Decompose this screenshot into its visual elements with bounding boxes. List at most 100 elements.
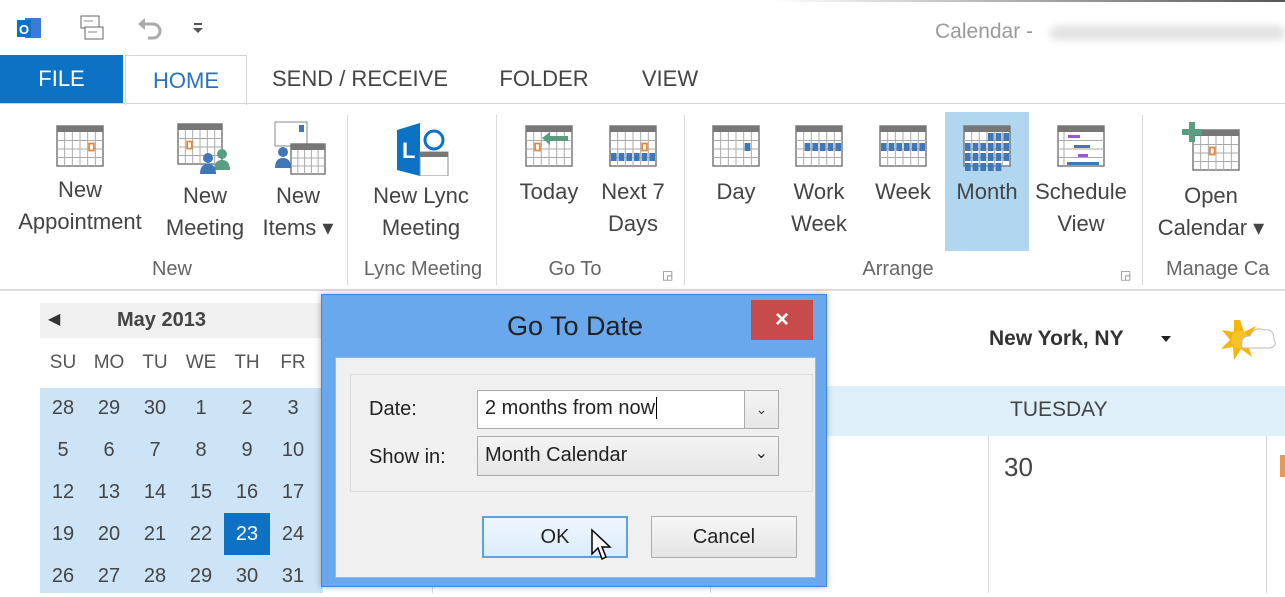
mini-calendar-day[interactable]: 16 bbox=[224, 471, 270, 513]
mini-calendar-day[interactable]: 31 bbox=[270, 555, 316, 597]
tab-view[interactable]: VIEW bbox=[630, 55, 710, 103]
mini-calendar-day[interactable]: 7 bbox=[132, 429, 178, 471]
date-dropdown-button[interactable]: ⌄ bbox=[744, 390, 779, 429]
work-week-icon bbox=[795, 125, 843, 167]
day-column-divider bbox=[432, 586, 433, 593]
mini-calendar-day[interactable]: 19 bbox=[40, 513, 86, 555]
tab-file[interactable]: FILE bbox=[0, 55, 123, 103]
today-icon bbox=[525, 125, 573, 167]
show-in-value: Month Calendar bbox=[485, 444, 628, 466]
mini-calendar-day[interactable]: 10 bbox=[270, 429, 316, 471]
new-meeting-button[interactable]: New Meeting bbox=[158, 112, 252, 244]
day-number[interactable]: 30 bbox=[1004, 452, 1033, 483]
mini-calendar-day[interactable]: 14 bbox=[132, 471, 178, 513]
label: Work bbox=[793, 179, 845, 204]
group-separator bbox=[684, 115, 685, 285]
mini-calendar-day[interactable]: 12 bbox=[40, 471, 86, 513]
label: New bbox=[275, 183, 320, 208]
open-calendar-button[interactable]: Open Calendar ▾ bbox=[1152, 112, 1270, 244]
today-button[interactable]: Today bbox=[510, 112, 588, 208]
new-items-icon bbox=[274, 121, 326, 175]
work-week-button[interactable]: Work Week bbox=[780, 112, 858, 240]
label: Today bbox=[519, 179, 579, 204]
day-column-divider bbox=[1266, 436, 1267, 593]
tab-folder[interactable]: FOLDER bbox=[488, 55, 600, 103]
lync-icon: L bbox=[397, 123, 449, 176]
mini-calendar-day[interactable]: 5 bbox=[40, 429, 86, 471]
label: Month bbox=[956, 179, 1018, 204]
show-in-label: Show in: bbox=[369, 446, 446, 468]
mini-calendar-day[interactable]: 13 bbox=[86, 471, 132, 513]
mini-calendar-day[interactable]: 9 bbox=[224, 429, 270, 471]
mini-calendar-day[interactable]: 29 bbox=[86, 387, 132, 429]
mini-calendar-day[interactable]: 2 bbox=[224, 387, 270, 429]
new-lync-meeting-button[interactable]: L New Lync Meeting bbox=[358, 112, 484, 244]
day-name: MO bbox=[93, 352, 125, 373]
month-view-button[interactable]: Month bbox=[945, 112, 1029, 251]
go-to-dialog-launcher-icon[interactable]: ◲ bbox=[662, 268, 673, 282]
day-name: TH bbox=[234, 352, 260, 373]
mini-calendar-day[interactable]: 20 bbox=[86, 513, 132, 555]
mini-calendar-day[interactable]: 23 bbox=[224, 513, 270, 555]
group-separator bbox=[1142, 115, 1143, 285]
label: Meeting bbox=[165, 215, 245, 240]
mini-calendar-day[interactable]: 27 bbox=[86, 555, 132, 597]
weather-location[interactable]: New York, NY bbox=[989, 327, 1124, 351]
mini-calendar-day[interactable]: 29 bbox=[178, 555, 224, 597]
svg-text:O: O bbox=[19, 22, 29, 37]
week-view-icon bbox=[879, 125, 927, 167]
mini-calendar-day[interactable]: 30 bbox=[132, 387, 178, 429]
label: Meeting bbox=[381, 215, 461, 240]
new-items-button[interactable]: New Items ▾ bbox=[258, 112, 338, 244]
label: New bbox=[182, 183, 227, 208]
close-button[interactable]: × bbox=[751, 300, 813, 340]
new-appointment-button[interactable]: New Appointment bbox=[6, 112, 154, 238]
mini-calendar-day[interactable]: 6 bbox=[86, 429, 132, 471]
label: Schedule bbox=[1035, 179, 1127, 204]
arrange-dialog-launcher-icon[interactable]: ◲ bbox=[1120, 268, 1131, 282]
location-dropdown-arrow-icon[interactable] bbox=[1161, 336, 1171, 342]
day-view-button[interactable]: Day bbox=[698, 112, 774, 208]
mini-calendar-day[interactable]: 30 bbox=[224, 555, 270, 597]
mini-calendar-day[interactable]: 15 bbox=[178, 471, 224, 513]
day-name: SU bbox=[49, 352, 77, 373]
outlook-logo-icon[interactable]: O bbox=[14, 12, 44, 44]
week-view-button[interactable]: Week bbox=[864, 112, 942, 208]
label: Days bbox=[607, 211, 659, 236]
send-receive-all-icon[interactable] bbox=[76, 12, 106, 44]
mini-calendar-day[interactable]: 26 bbox=[40, 555, 86, 597]
day-header-tuesday: TUESDAY bbox=[1010, 398, 1108, 421]
mini-calendar-day[interactable]: 3 bbox=[270, 387, 316, 429]
tab-send-receive[interactable]: SEND / RECEIVE bbox=[262, 55, 458, 103]
mouse-cursor-icon bbox=[591, 528, 612, 561]
group-label-lync-meeting: Lync Meeting bbox=[363, 258, 483, 280]
group-label-go-to: Go To bbox=[548, 258, 602, 280]
undo-icon[interactable] bbox=[134, 12, 166, 44]
customize-qat-icon[interactable] bbox=[188, 12, 208, 44]
show-in-select[interactable]: Month Calendar ⌄ bbox=[477, 436, 779, 476]
mini-calendar-day[interactable]: 22 bbox=[178, 513, 224, 555]
mini-calendar-day[interactable]: 24 bbox=[270, 513, 316, 555]
window-title: Calendar - bbox=[935, 20, 1034, 43]
mini-calendar-day[interactable]: 17 bbox=[270, 471, 316, 513]
mini-calendar-day[interactable]: 28 bbox=[132, 555, 178, 597]
label: Items ▾ bbox=[262, 215, 334, 240]
mini-calendar-day[interactable]: 1 bbox=[178, 387, 224, 429]
mini-calendar-day[interactable]: 21 bbox=[132, 513, 178, 555]
new-meeting-icon bbox=[177, 123, 230, 174]
day-name: FR bbox=[280, 352, 306, 373]
tab-home[interactable]: HOME bbox=[125, 55, 247, 105]
group-separator bbox=[496, 115, 497, 285]
next-7-days-button[interactable]: Next 7 Days bbox=[594, 112, 672, 240]
mini-calendar-day[interactable]: 28 bbox=[40, 387, 86, 429]
schedule-view-button[interactable]: Schedule View bbox=[1030, 112, 1132, 240]
chevron-down-icon: ⌄ bbox=[754, 445, 768, 462]
sun-cloud-icon bbox=[1221, 320, 1276, 360]
cancel-button[interactable]: Cancel bbox=[651, 516, 797, 558]
group-label-arrange: Arrange bbox=[862, 258, 934, 280]
day-column-divider bbox=[988, 436, 989, 593]
appointment-marker[interactable] bbox=[1280, 455, 1285, 477]
date-input[interactable]: 2 months from now bbox=[477, 390, 745, 429]
mini-calendar-day[interactable]: 8 bbox=[178, 429, 224, 471]
mini-calendar-title: May 2013 bbox=[117, 309, 206, 331]
